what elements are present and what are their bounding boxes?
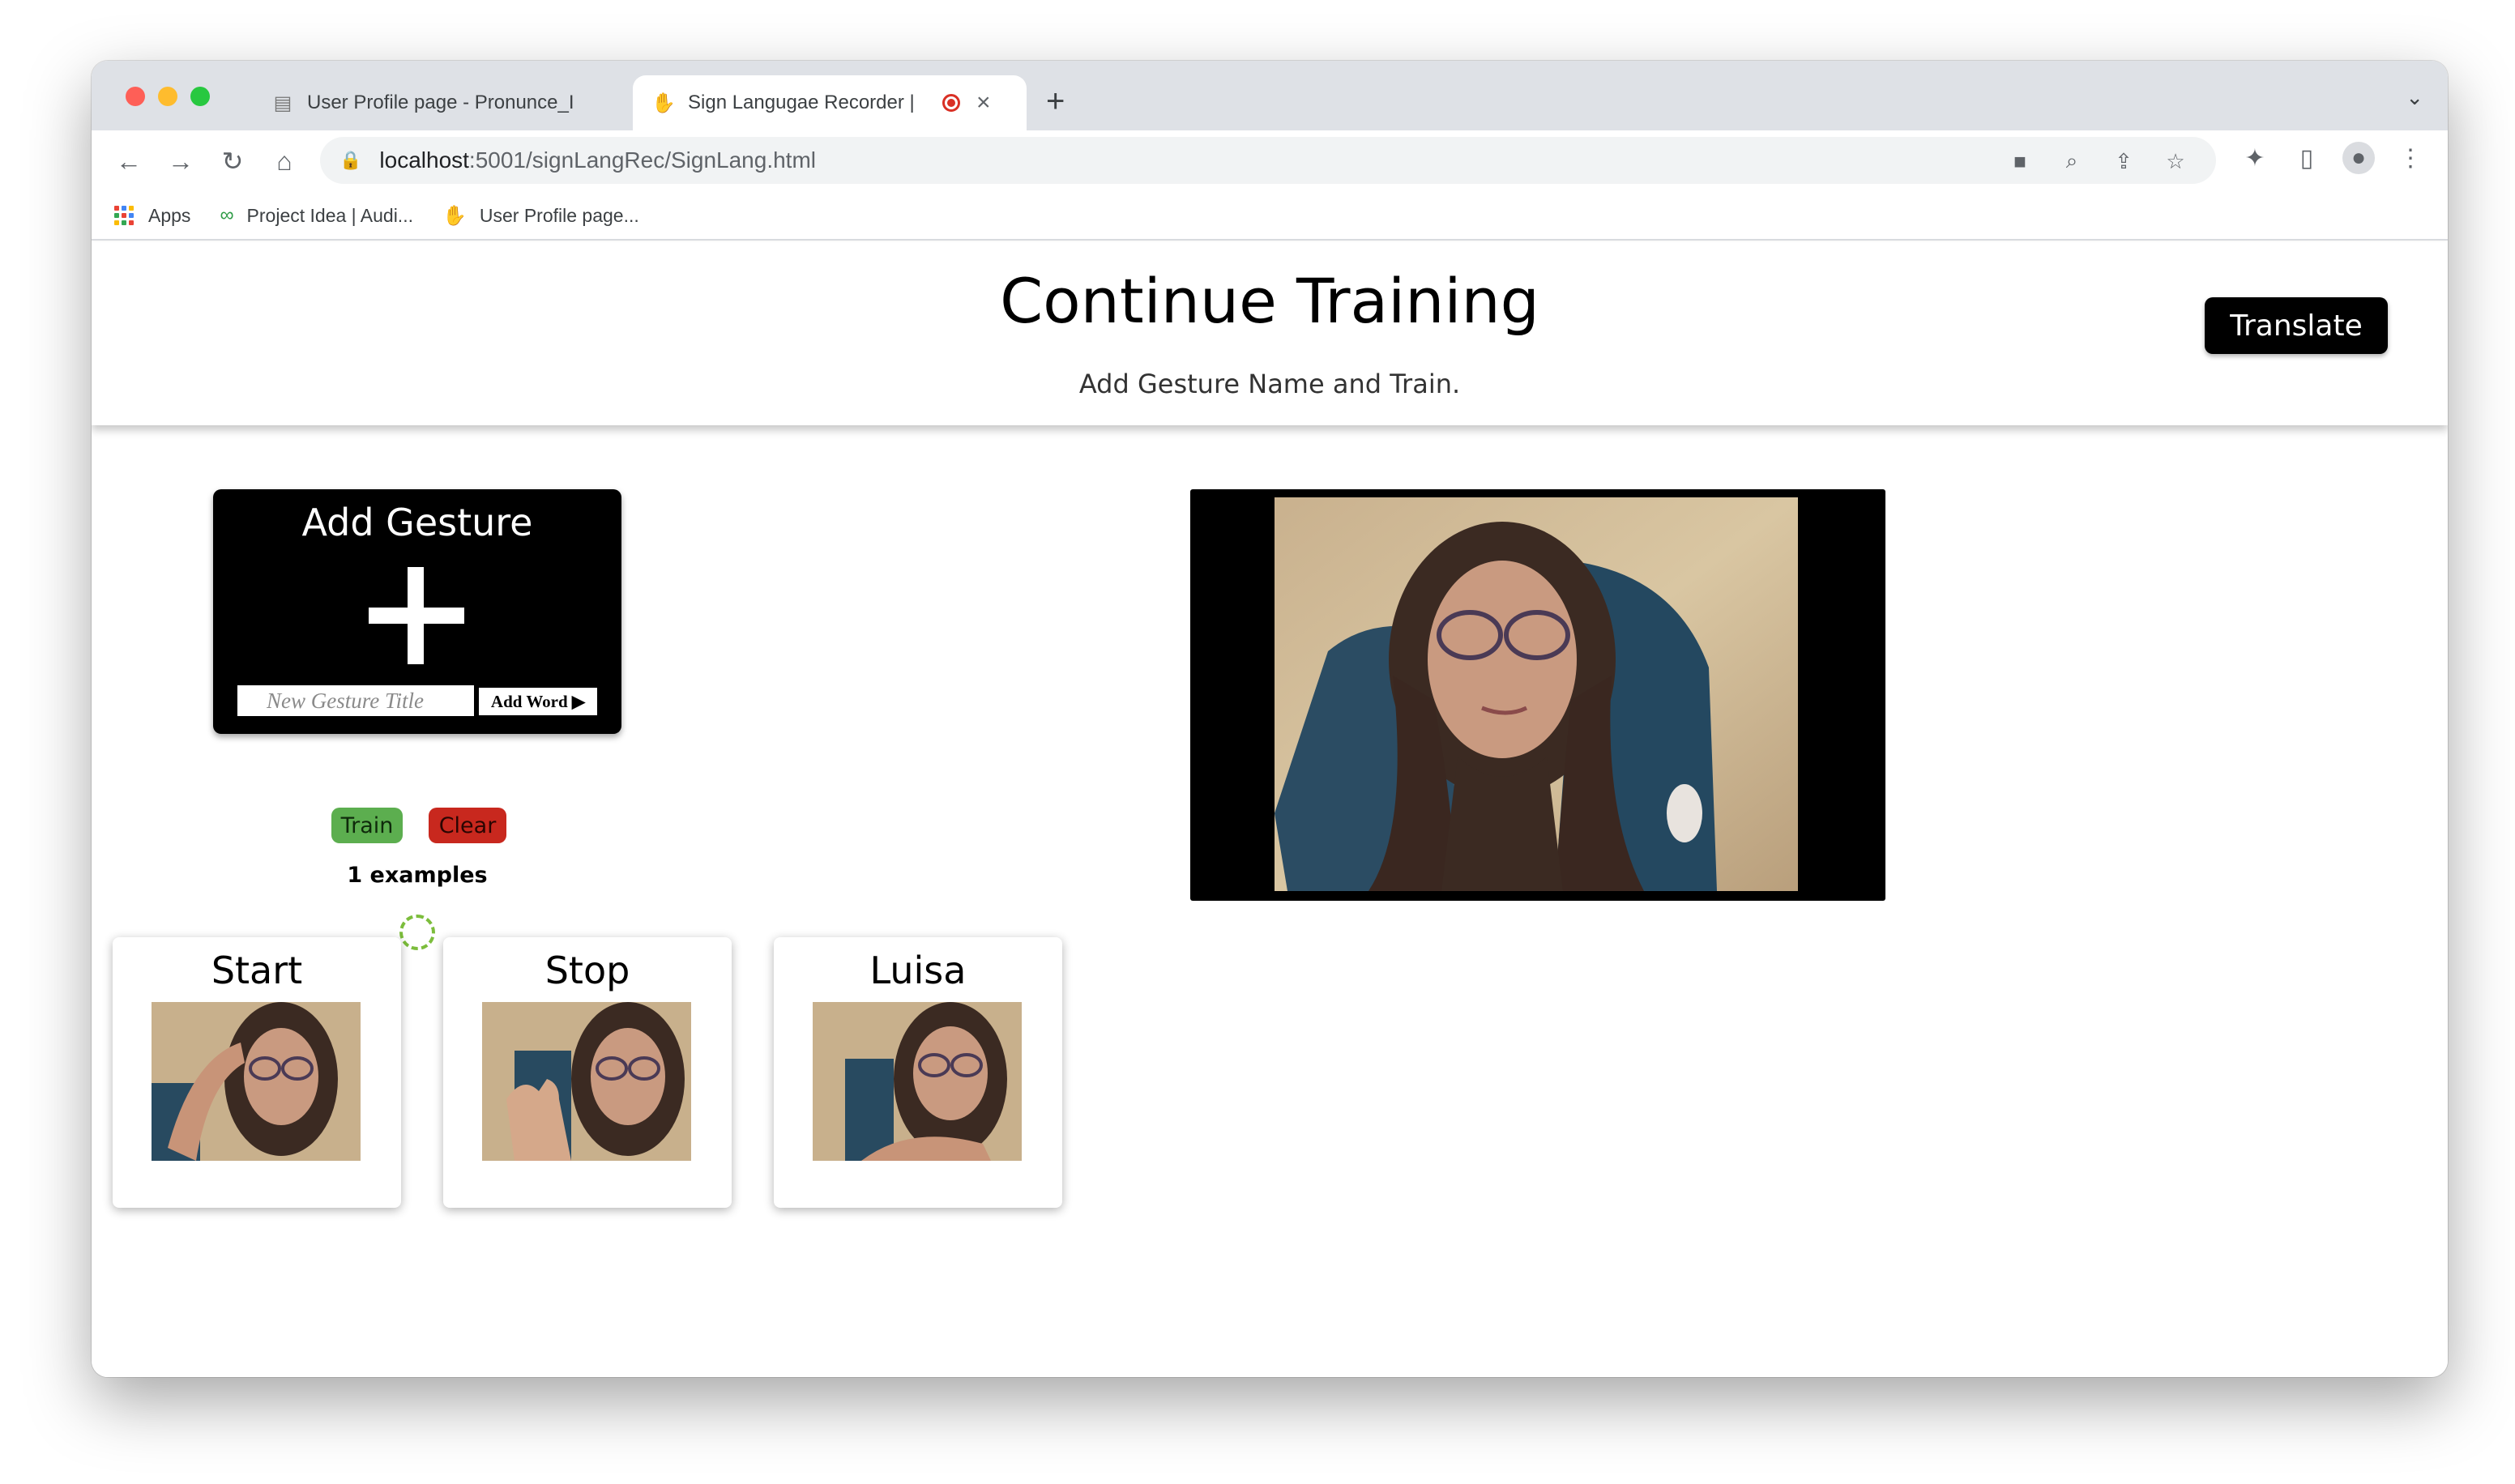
bookmark-apps[interactable]: Apps xyxy=(114,205,190,227)
gesture-title-input[interactable] xyxy=(237,685,474,716)
back-button[interactable]: ← xyxy=(109,142,148,181)
zoom-icon[interactable]: ⌕ xyxy=(2057,147,2086,176)
url-path: :5001/signLangRec/SignLang.html xyxy=(468,147,817,173)
add-gesture-card: Add Gesture Add Word ▶ xyxy=(213,489,621,734)
home-button[interactable]: ⌂ xyxy=(265,142,304,181)
page-subtitle: Add Gesture Name and Train. xyxy=(1078,369,1461,399)
train-button[interactable]: Train xyxy=(331,808,403,843)
url-host: localhost xyxy=(379,147,469,173)
bookmarks-bar: Apps ∞ Project Idea | Audi... ✋ User Pro… xyxy=(92,192,2448,241)
webcam-frame-image xyxy=(1275,497,1798,891)
add-word-button[interactable]: Add Word ▶ xyxy=(479,688,597,715)
bookmark-label: Apps xyxy=(148,204,191,226)
new-tab-button[interactable]: + xyxy=(1046,83,1065,120)
gesture-card-stop[interactable]: Stop xyxy=(443,937,732,1208)
recording-indicator-icon xyxy=(942,94,960,112)
tab-title: Sign Langugae Recorder | xyxy=(688,92,915,113)
bookmark-label: User Profile page... xyxy=(479,204,639,226)
lock-icon[interactable]: 🔒 xyxy=(339,150,361,171)
extensions-icon[interactable]: ✦ xyxy=(2239,142,2271,174)
gesture-name: Luisa xyxy=(869,949,967,992)
profile-avatar-icon[interactable]: ● xyxy=(2342,142,2375,174)
gesture-card-luisa[interactable]: Luisa xyxy=(774,937,1062,1208)
gesture-thumbnail xyxy=(813,1002,1022,1161)
gesture-name: Start xyxy=(211,949,303,992)
plus-horizontal-bar xyxy=(369,608,464,624)
document-icon: ▤ xyxy=(273,92,292,114)
gesture-name: Stop xyxy=(544,949,630,992)
side-panel-icon[interactable]: ▯ xyxy=(2291,142,2323,174)
link-icon: ∞ xyxy=(220,204,234,226)
hand-sign-icon: ✋ xyxy=(651,92,676,114)
page-content: Continue Training Add Gesture Name and T… xyxy=(92,242,2448,1377)
address-bar[interactable]: 🔒 localhost:5001/signLangRec/SignLang.ht… xyxy=(320,137,2216,184)
share-icon[interactable]: ⇪ xyxy=(2109,147,2138,176)
forward-button[interactable]: → xyxy=(161,142,200,181)
webcam-video xyxy=(1190,489,1885,901)
close-tab-icon[interactable]: × xyxy=(976,89,991,117)
maximize-window-button[interactable] xyxy=(190,87,210,106)
hand-sign-icon: ✋ xyxy=(442,204,467,227)
bookmark-user-profile[interactable]: ✋ User Profile page... xyxy=(442,204,639,228)
bookmark-project-idea[interactable]: ∞ Project Idea | Audi... xyxy=(220,204,413,227)
loading-spinner-icon xyxy=(399,915,435,950)
camera-icon[interactable]: ■ xyxy=(2005,147,2035,176)
add-gesture-heading: Add Gesture xyxy=(301,501,533,544)
gesture-thumbnail xyxy=(482,1002,691,1161)
gesture-card-start[interactable]: Start xyxy=(113,937,401,1208)
apps-grid-icon xyxy=(114,206,134,225)
close-window-button[interactable] xyxy=(126,87,145,106)
bookmark-label: Project Idea | Audi... xyxy=(246,204,413,226)
tab-strip: ▤ User Profile page - Pronunce_I × ✋ Sig… xyxy=(92,61,2448,130)
page-header: Continue Training Add Gesture Name and T… xyxy=(92,242,2448,425)
reload-button[interactable]: ↻ xyxy=(213,142,252,181)
tab-search-chevron-icon[interactable]: ⌄ xyxy=(2406,85,2423,110)
browser-window: ▤ User Profile page - Pronunce_I × ✋ Sig… xyxy=(92,61,2448,1377)
more-menu-icon[interactable]: ⋮ xyxy=(2394,142,2427,174)
translate-button[interactable]: Translate xyxy=(2205,297,2388,354)
tab-sign-language-recorder[interactable]: ✋ Sign Langugae Recorder | × xyxy=(633,75,1027,130)
gesture-thumbnail xyxy=(152,1002,361,1161)
clear-button[interactable]: Clear xyxy=(429,808,506,843)
browser-toolbar: ← → ↻ ⌂ 🔒 localhost:5001/signLangRec/Sig… xyxy=(92,130,2448,192)
minimize-window-button[interactable] xyxy=(158,87,177,106)
bookmark-star-icon[interactable]: ☆ xyxy=(2161,147,2190,176)
examples-count: 1 examples xyxy=(347,863,488,888)
tab-title: User Profile page - Pronunce_I xyxy=(307,92,574,113)
page-title: Continue Training xyxy=(1000,265,1539,337)
